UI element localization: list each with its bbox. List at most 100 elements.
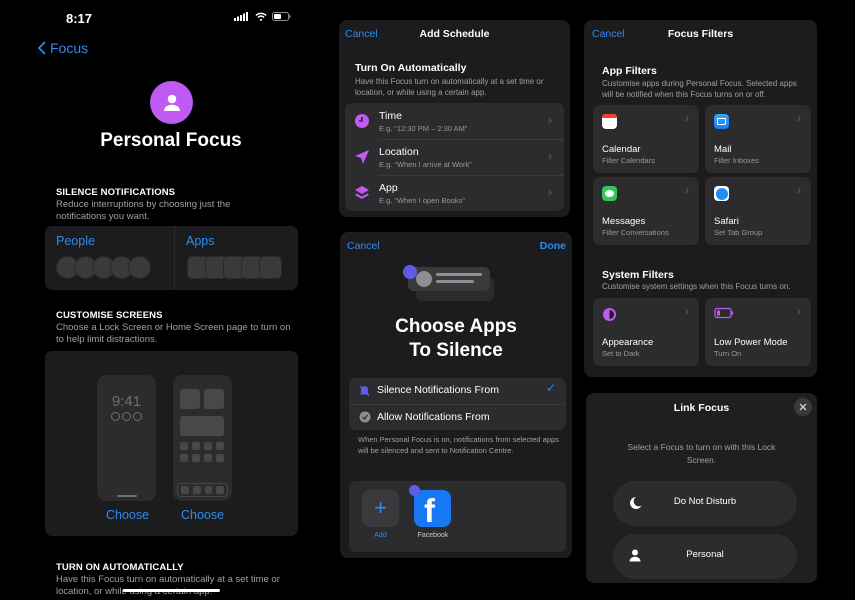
- battery-icon: [272, 12, 291, 21]
- choose-done-button[interactable]: Done: [540, 240, 566, 252]
- link-option-do-not-disturb[interactable]: Do Not Disturb: [613, 481, 797, 526]
- cellular-signal-icon: [234, 12, 248, 21]
- focus-avatar: [150, 81, 193, 124]
- chevron-right-icon: ›: [685, 183, 689, 197]
- home-indicator-bar: [123, 589, 220, 592]
- schedule-heading: Turn On Automatically: [355, 62, 467, 74]
- choose-cancel-button[interactable]: Cancel: [347, 240, 380, 252]
- status-time: 8:17: [66, 11, 93, 26]
- add-schedule-panel: Cancel Add Schedule Turn On Automaticall…: [339, 20, 570, 217]
- option-label: Do Not Disturb: [673, 496, 737, 507]
- row-title: Location: [379, 146, 419, 158]
- safari-app-icon: [714, 186, 729, 201]
- choose-lock-screen-button[interactable]: Choose: [106, 508, 149, 522]
- person-placeholder: [128, 256, 151, 279]
- lock-screen-preview[interactable]: 9:41: [97, 375, 156, 501]
- screens-card: 9:41 Choose Choose: [45, 351, 298, 536]
- clock-icon: [355, 114, 369, 128]
- checkmark-icon: ✓: [545, 381, 556, 395]
- filter-tile-safari[interactable]: › Safari Set Tab Group: [705, 177, 811, 245]
- app-stack-icon: [355, 186, 369, 199]
- schedule-options: Time E.g. “12:30 PM – 2:30 AM” › Locatio…: [345, 103, 564, 211]
- lock-screen-time: 9:41: [111, 393, 142, 410]
- link-focus-panel: Link Focus Select a Focus to turn on wit…: [586, 393, 817, 583]
- silence-heading: SILENCE NOTIFICATIONS: [56, 187, 176, 198]
- row-subtitle: E.g. “12:30 PM – 2:30 AM”: [379, 124, 468, 133]
- option-label: Silence Notifications From: [377, 384, 499, 396]
- chevron-right-icon: ›: [548, 113, 552, 127]
- link-focus-description: Select a Focus to turn on with this Lock…: [627, 442, 776, 465]
- chevron-right-icon: ›: [797, 111, 801, 125]
- auto-heading: TURN ON AUTOMATICALLY: [56, 562, 184, 573]
- choose-home-screen-button[interactable]: Choose: [181, 508, 224, 522]
- option-allow-notifications[interactable]: Allow Notifications From: [349, 404, 566, 430]
- back-label: Focus: [50, 40, 89, 56]
- chevron-right-icon: ›: [548, 185, 552, 199]
- system-filters-heading: System Filters: [602, 269, 674, 281]
- back-button[interactable]: Focus: [38, 40, 88, 56]
- filter-tile-low-power[interactable]: › Low Power Mode Turn On: [705, 298, 811, 366]
- link-option-personal[interactable]: Personal: [613, 534, 797, 579]
- status-icons: [234, 12, 291, 21]
- customise-heading: CUSTOMISE SCREENS: [56, 310, 163, 321]
- tile-subtitle: Filter Inboxes: [714, 156, 760, 165]
- bell-slash-badge-icon: [403, 265, 417, 279]
- filter-tile-calendar[interactable]: › Calendar Filter Calendars: [593, 105, 699, 173]
- tile-title: Safari: [714, 216, 739, 227]
- chevron-right-icon: ›: [685, 304, 689, 318]
- tile-subtitle: Set to Dark: [602, 349, 640, 358]
- tile-title: Low Power Mode: [714, 337, 788, 348]
- option-silence-notifications[interactable]: Silence Notifications From ✓: [349, 378, 566, 404]
- battery-low-power-icon: [714, 307, 734, 319]
- checkmark-seal-icon: [359, 411, 371, 423]
- silence-illustration: [403, 257, 503, 312]
- add-label: Add: [374, 532, 387, 539]
- wifi-icon: [255, 12, 267, 21]
- tile-subtitle: Filter Calendars: [602, 156, 655, 165]
- choose-footnote: When Personal Focus is on, notifications…: [358, 435, 559, 455]
- tile-title: Messages: [602, 216, 646, 227]
- close-icon: [799, 403, 807, 411]
- row-subtitle: E.g. “When I arrive at Work”: [379, 160, 472, 169]
- tile-title: Appearance: [602, 337, 654, 348]
- notification-mode-options: Silence Notifications From ✓ Allow Notif…: [349, 378, 566, 430]
- add-app-button[interactable]: +: [362, 490, 399, 527]
- mail-app-icon: [714, 114, 729, 129]
- row-title: Time: [379, 110, 402, 122]
- tile-subtitle: Set Tab Group: [714, 228, 763, 237]
- schedule-title: Add Schedule: [419, 28, 490, 40]
- location-arrow-icon: [355, 150, 369, 164]
- row-subtitle: E.g. “When I open Books”: [379, 196, 465, 205]
- filter-tile-appearance[interactable]: › Appearance Set to Dark: [593, 298, 699, 366]
- selected-apps-list: + Add f Facebook: [349, 481, 566, 552]
- personal-focus-screen: 8:17 Focus Personal Focus SILENCE NOTIFI…: [0, 0, 320, 600]
- choose-apps-title: Choose Apps To Silence: [340, 315, 572, 363]
- people-selector[interactable]: People: [45, 226, 175, 290]
- facebook-app-icon[interactable]: f: [414, 490, 451, 529]
- bell-slash-icon: [359, 385, 370, 397]
- tile-subtitle: Filter Conversations: [602, 228, 669, 237]
- home-screen-preview[interactable]: [173, 375, 232, 501]
- option-label: Personal: [686, 549, 724, 560]
- schedule-row-app[interactable]: App E.g. “When I open Books” ›: [345, 175, 564, 211]
- silence-card: People Apps: [45, 226, 298, 290]
- tile-title: Mail: [714, 144, 732, 155]
- close-button[interactable]: [794, 398, 812, 416]
- apps-selector[interactable]: Apps: [175, 226, 298, 290]
- calendar-app-icon: [602, 114, 617, 129]
- schedule-row-location[interactable]: Location E.g. “When I arrive at Work” ›: [345, 139, 564, 175]
- bell-slash-badge-icon: [409, 485, 420, 496]
- filter-tile-mail[interactable]: › Mail Filter Inboxes: [705, 105, 811, 173]
- chevron-right-icon: ›: [548, 149, 552, 163]
- apps-label: Apps: [186, 234, 215, 248]
- chevron-right-icon: ›: [685, 111, 689, 125]
- option-label: Allow Notifications From: [377, 411, 490, 423]
- schedule-row-time[interactable]: Time E.g. “12:30 PM – 2:30 AM” ›: [345, 103, 564, 139]
- chevron-right-icon: ›: [797, 304, 801, 318]
- lock-widgets: [111, 412, 142, 421]
- tile-title: Calendar: [602, 144, 641, 155]
- tile-subtitle: Turn On: [714, 349, 742, 358]
- filter-tile-messages[interactable]: › Messages Filter Conversations: [593, 177, 699, 245]
- app-filters-heading: App Filters: [602, 65, 657, 77]
- customise-description: Choose a Lock Screen or Home Screen page…: [56, 322, 291, 345]
